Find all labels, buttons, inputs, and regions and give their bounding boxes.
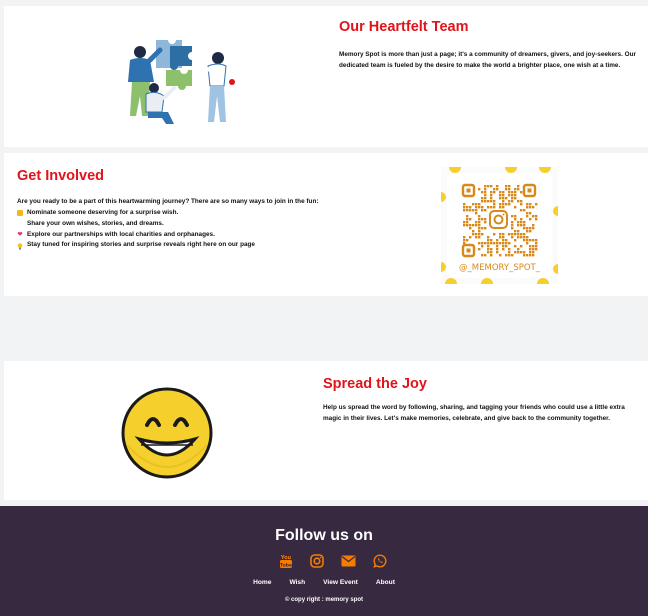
list-item-text: Nominate someone deserving for a surpris… [27, 209, 179, 216]
whatsapp-icon[interactable] [372, 553, 388, 569]
social-links: You Tube [278, 553, 388, 571]
youtube-icon[interactable]: You Tube [278, 553, 294, 569]
blank-emoji-icon [17, 221, 23, 227]
lightbulb-emoji-icon [17, 242, 23, 250]
team-puzzle-illustration [128, 40, 235, 124]
qr-handle-text: @_MEMORY_SPOT_ [459, 263, 541, 273]
team-section: Our Heartfelt Team Memory Spot is more t… [4, 6, 648, 147]
list-item: Nominate someone deserving for a surpris… [17, 208, 255, 219]
footer-link-wish[interactable]: Wish [289, 579, 305, 586]
svg-text:Tube: Tube [280, 563, 292, 569]
get-involved-heading: Get Involved [17, 168, 105, 184]
footer-link-home[interactable]: Home [253, 579, 271, 586]
instagram-qr-code[interactable]: @_MEMORY_SPOT_ [441, 167, 558, 284]
footer-nav: Home Wish View Event About [0, 579, 648, 586]
team-heading: Our Heartfelt Team [339, 19, 469, 35]
list-item-text: Explore our partnerships with local char… [27, 230, 215, 238]
star-struck-emoji-icon [17, 210, 23, 217]
footer-link-about[interactable]: About [376, 579, 395, 586]
list-item: Share your own wishes, stories, and drea… [17, 219, 255, 230]
team-description: Memory Spot is more than just a page; it… [339, 51, 636, 69]
get-involved-section: Get Involved Are you ready to be a part … [4, 153, 648, 296]
spread-joy-description: Help us spread the word by following, sh… [323, 404, 625, 422]
spread-joy-section: Spread the Joy Help us spread the word b… [4, 361, 648, 500]
get-involved-list: Nominate someone deserving for a surpris… [17, 208, 255, 251]
list-item: Stay tuned for inspiring stories and sur… [17, 240, 255, 251]
footer: Follow us on You Tube Home Wish View Eve… [0, 506, 648, 616]
instagram-icon[interactable] [309, 553, 325, 569]
list-item: ❤ Explore our partnerships with local ch… [17, 230, 255, 241]
footer-link-view-event[interactable]: View Event [323, 579, 358, 586]
list-item-text: Stay tuned for inspiring stories and sur… [27, 241, 255, 249]
heart-emoji-icon: ❤ [17, 231, 23, 238]
copyright-text: © copy right : memory spot [284, 597, 364, 603]
spread-joy-heading: Spread the Joy [323, 376, 427, 392]
email-icon[interactable] [341, 553, 357, 569]
follow-us-heading: Follow us on [275, 527, 373, 544]
smiley-face-image [121, 387, 213, 479]
list-item-text: Share your own wishes, stories, and drea… [27, 219, 164, 227]
svg-text:You: You [280, 555, 292, 561]
get-involved-intro: Are you ready to be a part of this heart… [17, 198, 319, 205]
